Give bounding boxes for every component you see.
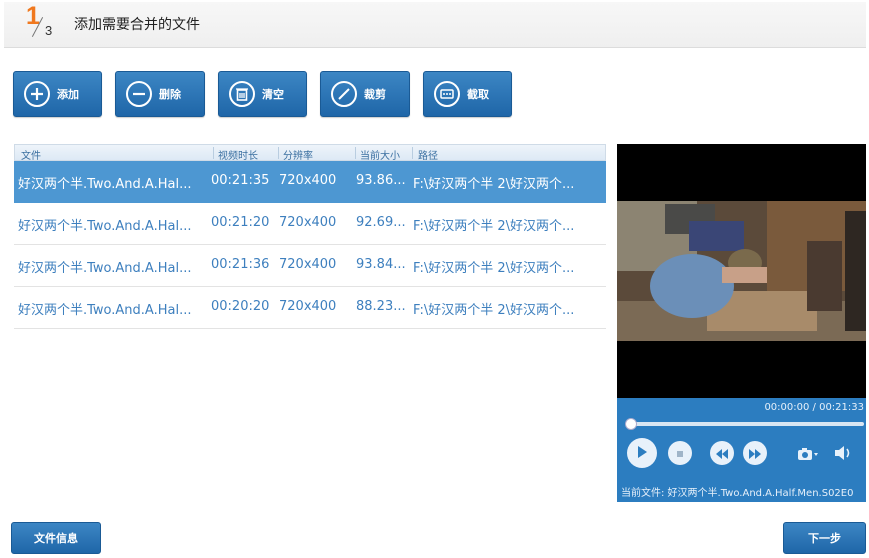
seek-bar[interactable] (627, 422, 864, 426)
cell-file: 好汉两个半.Two.And.A.Hal... (18, 303, 192, 318)
add-button[interactable]: 添加 (13, 71, 102, 117)
cell-size: 88.23... (356, 299, 406, 314)
rewind-button[interactable] (710, 441, 734, 465)
cell-duration: 00:21:36 (211, 257, 270, 272)
cell-resolution: 720x400 (279, 299, 337, 314)
capture-button-label: 截取 (467, 88, 489, 101)
add-button-label: 添加 (57, 88, 79, 101)
video-preview[interactable] (617, 144, 866, 398)
cell-file: 好汉两个半.Two.And.A.Hal... (18, 219, 192, 234)
column-header-size[interactable]: 当前大小 (360, 147, 400, 162)
capture-button[interactable]: 截取 (423, 71, 512, 117)
cell-size: 92.69... (356, 215, 406, 230)
cell-file: 好汉两个半.Two.And.A.Hal... (18, 177, 192, 192)
player-controls: 00:00:00 / 00:21:33 当前文件: 好汉两个半.Two.And.… (617, 398, 866, 502)
clip-button-label: 裁剪 (364, 88, 386, 101)
column-header-duration[interactable]: 视频时长 (218, 147, 258, 162)
cell-duration: 00:20:20 (211, 299, 270, 314)
table-row[interactable]: 好汉两个半.Two.And.A.Hal... 00:21:36 720x400 … (14, 245, 606, 287)
table-row[interactable]: 好汉两个半.Two.And.A.Hal... 00:20:20 720x400 … (14, 287, 606, 329)
clip-button[interactable]: 裁剪 (320, 71, 410, 117)
column-divider[interactable] (412, 147, 413, 159)
step-total: 3 (45, 23, 53, 38)
column-header-path[interactable]: 路径 (418, 147, 438, 162)
cell-duration: 00:21:35 (211, 173, 270, 188)
plus-circle-icon (23, 80, 51, 108)
delete-button[interactable]: 删除 (115, 71, 205, 117)
delete-button-label: 删除 (159, 88, 181, 101)
column-header-resolution[interactable]: 分辨率 (283, 147, 313, 162)
cell-resolution: 720x400 (279, 173, 337, 188)
film-circle-icon (433, 80, 461, 108)
cell-duration: 00:21:20 (211, 215, 270, 230)
table-row[interactable]: 好汉两个半.Two.And.A.Hal... 00:21:35 720x400 … (14, 161, 606, 203)
column-header-file[interactable]: 文件 (21, 147, 41, 162)
time-display: 00:00:00 / 00:21:33 (764, 402, 864, 413)
seek-handle[interactable] (625, 418, 637, 430)
trash-icon (228, 80, 256, 108)
fast-forward-button[interactable] (743, 441, 767, 465)
volume-icon[interactable] (834, 445, 854, 465)
column-divider[interactable] (213, 147, 214, 159)
cell-resolution: 720x400 (279, 215, 337, 230)
cell-size: 93.86... (356, 173, 406, 188)
cell-path: F:\好汉两个半 2\好汉两个... (413, 261, 575, 276)
column-divider[interactable] (278, 147, 279, 159)
stop-icon (675, 444, 685, 463)
rewind-icon (715, 444, 729, 463)
cell-path: F:\好汉两个半 2\好汉两个... (413, 303, 575, 318)
video-frame (617, 201, 866, 341)
clear-button-label: 清空 (262, 88, 284, 101)
slash-circle-icon (330, 80, 358, 108)
cell-path: F:\好汉两个半 2\好汉两个... (413, 177, 575, 192)
cell-file: 好汉两个半.Two.And.A.Hal... (18, 261, 192, 276)
clear-button[interactable]: 清空 (218, 71, 307, 117)
step-header: 1 3 添加需要合并的文件 (4, 2, 866, 48)
fast-forward-icon (748, 444, 762, 463)
minus-circle-icon (125, 80, 153, 108)
camera-icon[interactable] (797, 446, 819, 465)
current-file-label: 当前文件: 好汉两个半.Two.And.A.Half.Men.S02E0 (621, 488, 854, 499)
next-step-button[interactable]: 下一步 (783, 522, 866, 554)
column-divider[interactable] (355, 147, 356, 159)
play-icon (635, 444, 649, 463)
file-table: 文件 视频时长 分辨率 当前大小 路径 好汉两个半.Two.And.A.Hal.… (14, 144, 606, 329)
play-button[interactable] (627, 438, 657, 468)
file-info-button[interactable]: 文件信息 (11, 522, 101, 554)
page-title: 添加需要合并的文件 (74, 17, 200, 33)
cell-resolution: 720x400 (279, 257, 337, 272)
table-header: 文件 视频时长 分辨率 当前大小 路径 (14, 144, 606, 162)
stop-button[interactable] (668, 441, 692, 465)
cell-path: F:\好汉两个半 2\好汉两个... (413, 219, 575, 234)
cell-size: 93.84... (356, 257, 406, 272)
table-row[interactable]: 好汉两个半.Two.And.A.Hal... 00:21:20 720x400 … (14, 203, 606, 245)
